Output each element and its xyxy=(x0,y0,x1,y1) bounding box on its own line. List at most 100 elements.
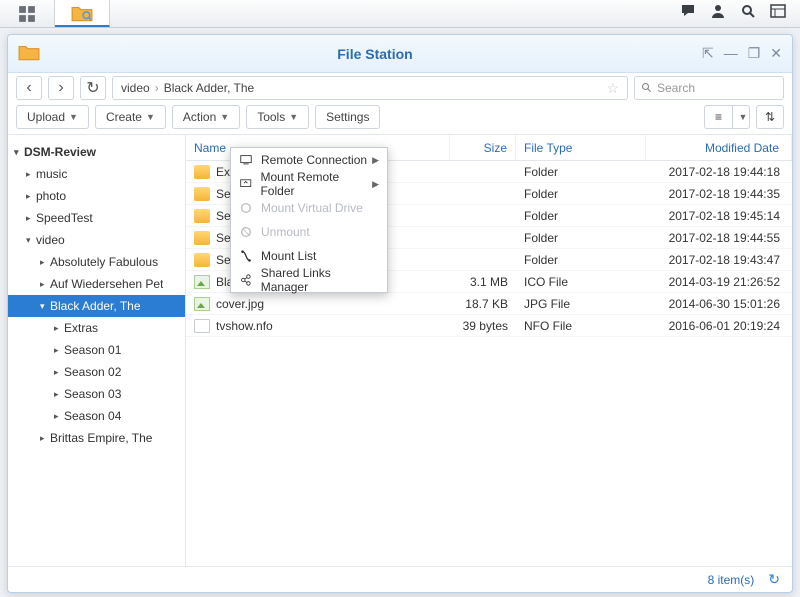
nav-row: ‹ › ↻ video › Black Adder, The ☆ Search xyxy=(8,73,792,103)
view-dropdown-button[interactable]: ▼ xyxy=(732,105,750,129)
col-date[interactable]: Modified Date xyxy=(646,135,792,160)
disclosure-arrow-icon: ▾ xyxy=(26,235,36,246)
file-type: Folder xyxy=(516,183,646,204)
tree-item[interactable]: ▸Season 01 xyxy=(8,339,185,361)
breadcrumb-part[interactable]: video xyxy=(121,81,150,95)
sort-button[interactable]: ⇅ xyxy=(756,105,784,129)
folder-icon xyxy=(194,187,210,201)
menu-item[interactable]: Mount Remote Folder▶ xyxy=(231,172,387,196)
tree-item[interactable]: ▾DSM-Review xyxy=(8,141,185,163)
tree-item[interactable]: ▸Season 02 xyxy=(8,361,185,383)
taskbar-filestation[interactable] xyxy=(55,0,110,27)
tree-label: Black Adder, The xyxy=(50,299,141,313)
tray-search-icon[interactable] xyxy=(740,3,756,24)
tools-menu: Remote Connection▶Mount Remote Folder▶Mo… xyxy=(230,147,388,293)
image-icon xyxy=(194,297,210,311)
titlebar: File Station ⇱ — ❐ ✕ xyxy=(8,35,792,73)
forward-button[interactable]: › xyxy=(48,76,74,100)
disclosure-arrow-icon: ▸ xyxy=(40,433,50,444)
search-input[interactable]: Search xyxy=(634,76,784,100)
file-name: cover.jpg xyxy=(216,297,264,311)
tools-button[interactable]: Tools▼ xyxy=(246,105,309,129)
disclosure-arrow-icon: ▸ xyxy=(54,367,64,378)
file-size: 3.1 MB xyxy=(450,271,516,292)
file-type: Folder xyxy=(516,249,646,270)
file-size xyxy=(450,161,516,182)
disclosure-arrow-icon: ▸ xyxy=(26,213,36,224)
tree-item[interactable]: ▸Extras xyxy=(8,317,185,339)
menu-item: Mount Virtual Drive xyxy=(231,196,387,220)
folder-tree: ▾DSM-Review▸music▸photo▸SpeedTest▾video▸… xyxy=(8,135,186,566)
tree-item[interactable]: ▸SpeedTest xyxy=(8,207,185,229)
close-icon[interactable]: ✕ xyxy=(770,45,782,62)
file-date: 2017-02-18 19:44:35 xyxy=(646,183,792,204)
create-button[interactable]: Create▼ xyxy=(95,105,166,129)
file-date: 2017-02-18 19:45:14 xyxy=(646,205,792,226)
tray-panel-icon[interactable] xyxy=(770,3,786,24)
file-type: Folder xyxy=(516,161,646,182)
maximize-icon[interactable]: ❐ xyxy=(748,45,761,62)
minimize-icon[interactable]: — xyxy=(724,45,738,62)
image-icon xyxy=(194,275,210,289)
toolbar: Upload▼ Create▼ Action▼ Tools▼ Settings … xyxy=(8,103,792,135)
tree-item[interactable]: ▸photo xyxy=(8,185,185,207)
tree-label: Season 04 xyxy=(64,409,121,423)
tree-item[interactable]: ▸Absolutely Fabulous xyxy=(8,251,185,273)
breadcrumb-part[interactable]: Black Adder, The xyxy=(164,81,255,95)
file-size xyxy=(450,183,516,204)
breadcrumb[interactable]: video › Black Adder, The ☆ xyxy=(112,76,628,100)
taskbar-app-1[interactable] xyxy=(0,0,55,27)
view-list-button[interactable]: ≡ xyxy=(704,105,732,129)
refresh-button[interactable]: ↻ xyxy=(80,76,106,100)
tree-item[interactable]: ▸Season 03 xyxy=(8,383,185,405)
file-type: Folder xyxy=(516,205,646,226)
action-button[interactable]: Action▼ xyxy=(172,105,240,129)
chevron-right-icon: › xyxy=(155,81,159,95)
disclosure-arrow-icon: ▸ xyxy=(54,323,64,334)
settings-button[interactable]: Settings xyxy=(315,105,380,129)
upload-button[interactable]: Upload▼ xyxy=(16,105,89,129)
search-placeholder: Search xyxy=(657,81,695,95)
item-count: 8 item(s) xyxy=(708,573,755,587)
table-row[interactable]: tvshow.nfo39 bytesNFO File2016-06-01 20:… xyxy=(186,315,792,337)
file-date: 2017-02-18 19:43:47 xyxy=(646,249,792,270)
table-row[interactable]: cover.jpg18.7 KBJPG File2014-06-30 15:01… xyxy=(186,293,792,315)
tree-label: Extras xyxy=(64,321,98,335)
tray-chat-icon[interactable] xyxy=(680,3,696,24)
menu-item[interactable]: Remote Connection▶ xyxy=(231,148,387,172)
folder-icon xyxy=(194,209,210,223)
pin-icon[interactable]: ⇱ xyxy=(702,45,714,62)
file-size xyxy=(450,205,516,226)
tree-label: Brittas Empire, The xyxy=(50,431,152,445)
col-type[interactable]: File Type xyxy=(516,135,646,160)
file-name: tvshow.nfo xyxy=(216,319,273,333)
folder-icon xyxy=(194,165,210,179)
reload-icon[interactable]: ↻ xyxy=(768,571,780,588)
menu-item[interactable]: Shared Links Manager xyxy=(231,268,387,292)
file-date: 2014-06-30 15:01:26 xyxy=(646,293,792,314)
col-size[interactable]: Size xyxy=(450,135,516,160)
disclosure-arrow-icon: ▸ xyxy=(26,169,36,180)
disclosure-arrow-icon: ▸ xyxy=(54,389,64,400)
favorite-star-icon[interactable]: ☆ xyxy=(606,80,619,97)
file-size: 39 bytes xyxy=(450,315,516,336)
chevron-right-icon: ▶ xyxy=(372,155,379,166)
tree-item[interactable]: ▸Season 04 xyxy=(8,405,185,427)
tree-label: Season 02 xyxy=(64,365,121,379)
tray-user-icon[interactable] xyxy=(710,3,726,24)
file-type: JPG File xyxy=(516,293,646,314)
tree-item[interactable]: ▸Brittas Empire, The xyxy=(8,427,185,449)
file-type: NFO File xyxy=(516,315,646,336)
menu-item[interactable]: Mount List xyxy=(231,244,387,268)
tree-item[interactable]: ▾Black Adder, The xyxy=(8,295,185,317)
file-size xyxy=(450,227,516,248)
tree-item[interactable]: ▾video xyxy=(8,229,185,251)
window-title: File Station xyxy=(48,46,702,62)
folder-icon xyxy=(194,253,210,267)
back-button[interactable]: ‹ xyxy=(16,76,42,100)
tree-item[interactable]: ▸music xyxy=(8,163,185,185)
file-date: 2017-02-18 19:44:55 xyxy=(646,227,792,248)
file-date: 2014-03-19 21:26:52 xyxy=(646,271,792,292)
file-size xyxy=(450,249,516,270)
tree-item[interactable]: ▸Auf Wiedersehen Pet xyxy=(8,273,185,295)
